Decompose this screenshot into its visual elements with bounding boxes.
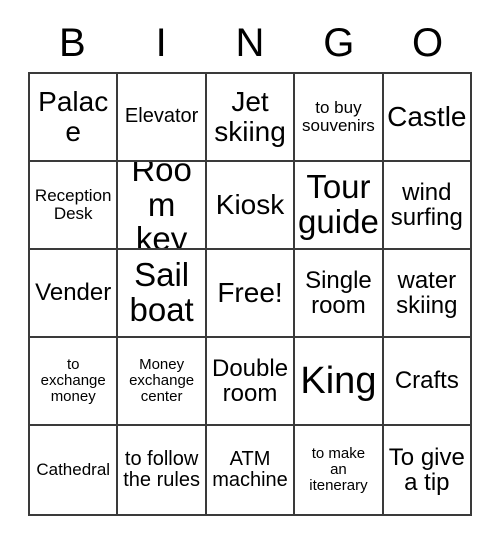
bingo-cell-b2[interactable]: Reception Desk (30, 162, 119, 250)
bingo-header-letter-n: N (235, 21, 265, 65)
bingo-cell-label: Sail boat (129, 256, 194, 328)
bingo-cell-label: ATM machine (212, 447, 288, 491)
bingo-cell-label: Reception Desk (34, 185, 112, 223)
bingo-cell-b5[interactable]: Cathedral (30, 426, 119, 516)
bingo-cell-label: Castle (387, 101, 467, 133)
bingo-cell-label: Kiosk (215, 189, 285, 221)
bingo-cell-label: Tour guide (298, 168, 379, 240)
bingo-cell-b4[interactable]: to exchange money (30, 338, 119, 426)
bingo-cell-label: Free! (217, 277, 283, 309)
bingo-cell-o4[interactable]: Crafts (383, 338, 473, 426)
bingo-cell-label: to exchange money (40, 356, 106, 405)
bingo-row: to exchange money Money exchange center Do… (30, 338, 473, 426)
bingo-cell-i5[interactable]: to follow the rules (118, 426, 207, 516)
bingo-cell-g2[interactable]: Tour guide (295, 162, 384, 250)
bingo-cell-label: Money exchange center (129, 356, 195, 405)
bingo-cell-label: to follow the rules (123, 447, 200, 491)
bingo-cell-label: To give a tip (388, 443, 465, 496)
bingo-cell-n5[interactable]: ATM machine (206, 426, 296, 516)
bingo-cell-label: Jet skiing (214, 86, 286, 147)
bingo-row: Palace Elevator Jet skiing to buy souvenirs… (30, 74, 473, 162)
bingo-header-letter-g: G (323, 21, 355, 65)
bingo-cell-b1[interactable]: Palace (30, 74, 119, 162)
bingo-cell-o1[interactable]: Castle (383, 74, 473, 162)
bingo-header-letter-o: O (412, 21, 444, 65)
bingo-cell-b3[interactable]: Vender (30, 250, 119, 338)
bingo-cell-label: Double room (211, 354, 289, 407)
bingo-cell-g4[interactable]: King (295, 338, 384, 426)
bingo-cell-label: Single room (305, 266, 372, 319)
bingo-cell-label: Elevator (124, 105, 199, 128)
bingo-cell-label: Vender (35, 279, 112, 307)
bingo-cell-i4[interactable]: Money exchange center (118, 338, 207, 426)
bingo-row: Reception Desk Room key Kiosk Tour guide win… (30, 162, 473, 250)
bingo-cell-label: King (300, 359, 377, 402)
bingo-cell-label: Crafts (394, 367, 459, 395)
bingo-cell-n4[interactable]: Double room (206, 338, 296, 426)
bingo-cell-label: water skiing (396, 266, 458, 319)
bingo-cell-o3[interactable]: water skiing (383, 250, 473, 338)
bingo-cell-i2[interactable]: Room key (118, 162, 207, 250)
bingo-grid: Palace Elevator Jet skiing to buy souvenirs… (28, 72, 473, 516)
bingo-cell-label: to make an itenerary (309, 445, 368, 494)
bingo-cell-n2[interactable]: Kiosk (206, 162, 296, 250)
bingo-header-row: B I N G O (28, 14, 472, 72)
bingo-card: B I N G O Palace Elevator Jet skiing to buy… (28, 14, 473, 516)
bingo-free-space[interactable]: Free! (206, 250, 296, 338)
bingo-cell-n1[interactable]: Jet skiing (206, 74, 296, 162)
bingo-cell-label: Room key (131, 162, 192, 250)
bingo-row: Vender Sail boat Free! Single room water ski… (30, 250, 473, 338)
bingo-cell-o2[interactable]: wind surfing (383, 162, 473, 250)
bingo-row: Cathedral to follow the rules ATM machine t… (30, 426, 473, 516)
bingo-header-letter-i: I (155, 21, 167, 65)
bingo-cell-label: wind surfing (390, 178, 463, 231)
bingo-cell-label: Palace (38, 86, 109, 147)
bingo-header-letter-b: B (59, 21, 86, 65)
bingo-cell-o5[interactable]: To give a tip (383, 426, 473, 516)
bingo-cell-g1[interactable]: to buy souvenirs (295, 74, 384, 162)
bingo-cell-i3[interactable]: Sail boat (118, 250, 207, 338)
bingo-cell-g3[interactable]: Single room (295, 250, 384, 338)
bingo-cell-label: Cathedral (36, 459, 111, 479)
bingo-cell-i1[interactable]: Elevator (118, 74, 207, 162)
bingo-cell-g5[interactable]: to make an itenerary (295, 426, 384, 516)
bingo-cell-label: to buy souvenirs (302, 97, 375, 135)
